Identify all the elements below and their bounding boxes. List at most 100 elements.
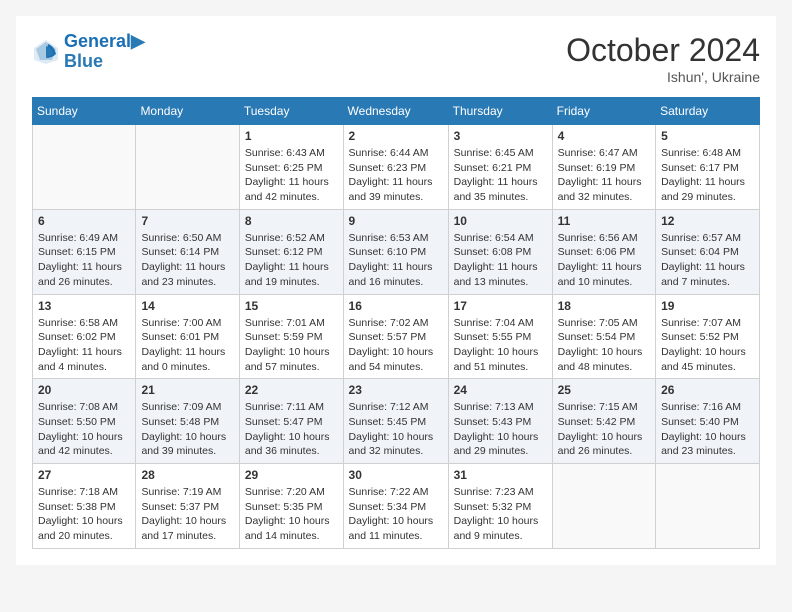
calendar-cell: 26Sunrise: 7:16 AMSunset: 5:40 PMDayligh… <box>656 379 760 464</box>
day-number: 15 <box>245 299 338 313</box>
calendar-week-1: 6Sunrise: 6:49 AMSunset: 6:15 PMDaylight… <box>33 209 760 294</box>
calendar-cell: 7 Sunrise: 6:50 AMSunset: 6:14 PMDaylight… <box>136 209 239 294</box>
day-info: Sunrise: 6:53 AMSunset: 6:10 PMDaylight:… <box>349 231 443 290</box>
calendar-cell: 16 Sunrise: 7:02 AMSunset: 5:57 PMDayligh… <box>343 294 448 379</box>
calendar-week-4: 27 Sunrise: 7:18 AMSunset: 5:38 PMDayligh… <box>33 464 760 549</box>
day-info: Sunrise: 6:43 AMSunset: 6:25 PMDaylight:… <box>245 146 338 205</box>
day-info: Sunrise: 7:02 AMSunset: 5:57 PMDaylight:… <box>349 316 443 375</box>
day-number: 20 <box>38 383 130 397</box>
calendar-cell <box>656 464 760 549</box>
calendar-week-0: 1 Sunrise: 6:43 AMSunset: 6:25 PMDaylight… <box>33 125 760 210</box>
calendar-cell: 29 Sunrise: 7:20 AMSunset: 5:35 PMDayligh… <box>239 464 343 549</box>
day-number: 9 <box>349 214 443 228</box>
day-number: 30 <box>349 468 443 482</box>
weekday-header-friday: Friday <box>552 98 655 125</box>
day-info: Sunrise: 6:45 AMSunset: 6:21 PMDaylight:… <box>454 146 547 205</box>
day-number: 27 <box>38 468 130 482</box>
day-number: 21 <box>141 383 233 397</box>
day-info: Sunrise: 7:13 AMSunset: 5:43 PMDaylight:… <box>454 400 547 459</box>
day-number: 4 <box>558 129 650 143</box>
calendar-cell: 14 Sunrise: 7:00 AMSunset: 6:01 PMDayligh… <box>136 294 239 379</box>
logo-line2: Blue <box>64 52 145 72</box>
day-info: Sunrise: 7:16 AMSunset: 5:40 PMDaylight:… <box>661 400 754 459</box>
weekday-row: SundayMondayTuesdayWednesdayThursdayFrid… <box>33 98 760 125</box>
calendar-cell: 1 Sunrise: 6:43 AMSunset: 6:25 PMDaylight… <box>239 125 343 210</box>
calendar-cell <box>136 125 239 210</box>
day-info: Sunrise: 7:20 AMSunset: 5:35 PMDaylight:… <box>245 485 338 544</box>
day-info: Sunrise: 6:56 AMSunset: 6:06 PMDaylight:… <box>558 231 650 290</box>
day-number: 22 <box>245 383 338 397</box>
day-info: Sunrise: 7:08 AMSunset: 5:50 PMDaylight:… <box>38 400 130 459</box>
calendar-cell: 22Sunrise: 7:11 AMSunset: 5:47 PMDayligh… <box>239 379 343 464</box>
calendar-cell: 24 Sunrise: 7:13 AMSunset: 5:43 PMDayligh… <box>448 379 552 464</box>
calendar-week-3: 20 Sunrise: 7:08 AMSunset: 5:50 PMDayligh… <box>33 379 760 464</box>
day-number: 16 <box>349 299 443 313</box>
weekday-header-thursday: Thursday <box>448 98 552 125</box>
day-info: Sunrise: 7:19 AMSunset: 5:37 PMDaylight:… <box>141 485 233 544</box>
header: General▶ Blue October 2024 Ishun', Ukrai… <box>32 32 760 85</box>
day-number: 8 <box>245 214 338 228</box>
logo-line1: General <box>64 31 131 51</box>
calendar-cell <box>33 125 136 210</box>
weekday-header-wednesday: Wednesday <box>343 98 448 125</box>
day-number: 31 <box>454 468 547 482</box>
weekday-header-saturday: Saturday <box>656 98 760 125</box>
day-info: Sunrise: 7:15 AMSunset: 5:42 PMDaylight:… <box>558 400 650 459</box>
day-number: 17 <box>454 299 547 313</box>
day-info: Sunrise: 7:00 AMSunset: 6:01 PMDaylight:… <box>141 316 233 375</box>
logo-text: General▶ Blue <box>64 32 145 72</box>
calendar-cell: 15 Sunrise: 7:01 AMSunset: 5:59 PMDayligh… <box>239 294 343 379</box>
calendar-body: 1 Sunrise: 6:43 AMSunset: 6:25 PMDaylight… <box>33 125 760 549</box>
day-info: Sunrise: 7:23 AMSunset: 5:32 PMDaylight:… <box>454 485 547 544</box>
day-info: Sunrise: 6:50 AMSunset: 6:14 PMDaylight:… <box>141 231 233 290</box>
weekday-header-sunday: Sunday <box>33 98 136 125</box>
day-info: Sunrise: 7:04 AMSunset: 5:55 PMDaylight:… <box>454 316 547 375</box>
day-info: Sunrise: 7:18 AMSunset: 5:38 PMDaylight:… <box>38 485 130 544</box>
day-number: 18 <box>558 299 650 313</box>
day-info: Sunrise: 7:07 AMSunset: 5:52 PMDaylight:… <box>661 316 754 375</box>
day-number: 5 <box>661 129 754 143</box>
day-number: 7 <box>141 214 233 228</box>
day-number: 14 <box>141 299 233 313</box>
calendar-week-2: 13Sunrise: 6:58 AMSunset: 6:02 PMDayligh… <box>33 294 760 379</box>
day-info: Sunrise: 6:48 AMSunset: 6:17 PMDaylight:… <box>661 146 754 205</box>
day-info: Sunrise: 7:12 AMSunset: 5:45 PMDaylight:… <box>349 400 443 459</box>
calendar-cell: 8 Sunrise: 6:52 AMSunset: 6:12 PMDaylight… <box>239 209 343 294</box>
calendar-cell: 17 Sunrise: 7:04 AMSunset: 5:55 PMDayligh… <box>448 294 552 379</box>
day-number: 25 <box>558 383 650 397</box>
calendar-cell: 12Sunrise: 6:57 AMSunset: 6:04 PMDayligh… <box>656 209 760 294</box>
calendar-cell: 28Sunrise: 7:19 AMSunset: 5:37 PMDayligh… <box>136 464 239 549</box>
calendar: SundayMondayTuesdayWednesdayThursdayFrid… <box>32 97 760 549</box>
logo: General▶ Blue <box>32 32 145 72</box>
calendar-cell: 25 Sunrise: 7:15 AMSunset: 5:42 PMDayligh… <box>552 379 655 464</box>
calendar-cell: 18Sunrise: 7:05 AMSunset: 5:54 PMDayligh… <box>552 294 655 379</box>
calendar-cell: 13Sunrise: 6:58 AMSunset: 6:02 PMDayligh… <box>33 294 136 379</box>
calendar-cell: 6Sunrise: 6:49 AMSunset: 6:15 PMDaylight… <box>33 209 136 294</box>
day-number: 1 <box>245 129 338 143</box>
day-number: 2 <box>349 129 443 143</box>
day-number: 10 <box>454 214 547 228</box>
page: General▶ Blue October 2024 Ishun', Ukrai… <box>16 16 776 565</box>
day-number: 19 <box>661 299 754 313</box>
calendar-cell: 19 Sunrise: 7:07 AMSunset: 5:52 PMDayligh… <box>656 294 760 379</box>
weekday-header-monday: Monday <box>136 98 239 125</box>
calendar-cell: 23 Sunrise: 7:12 AMSunset: 5:45 PMDayligh… <box>343 379 448 464</box>
calendar-cell: 21Sunrise: 7:09 AMSunset: 5:48 PMDayligh… <box>136 379 239 464</box>
calendar-cell: 10Sunrise: 6:54 AMSunset: 6:08 PMDayligh… <box>448 209 552 294</box>
day-info: Sunrise: 7:01 AMSunset: 5:59 PMDaylight:… <box>245 316 338 375</box>
calendar-cell: 3 Sunrise: 6:45 AMSunset: 6:21 PMDaylight… <box>448 125 552 210</box>
calendar-cell: 11Sunrise: 6:56 AMSunset: 6:06 PMDayligh… <box>552 209 655 294</box>
day-info: Sunrise: 6:49 AMSunset: 6:15 PMDaylight:… <box>38 231 130 290</box>
calendar-cell: 9 Sunrise: 6:53 AMSunset: 6:10 PMDaylight… <box>343 209 448 294</box>
title-block: October 2024 Ishun', Ukraine <box>566 32 760 85</box>
day-number: 3 <box>454 129 547 143</box>
day-number: 29 <box>245 468 338 482</box>
calendar-cell: 30Sunrise: 7:22 AMSunset: 5:34 PMDayligh… <box>343 464 448 549</box>
day-number: 23 <box>349 383 443 397</box>
day-number: 24 <box>454 383 547 397</box>
calendar-cell: 27 Sunrise: 7:18 AMSunset: 5:38 PMDayligh… <box>33 464 136 549</box>
day-info: Sunrise: 6:44 AMSunset: 6:23 PMDaylight:… <box>349 146 443 205</box>
day-info: Sunrise: 6:52 AMSunset: 6:12 PMDaylight:… <box>245 231 338 290</box>
weekday-header-tuesday: Tuesday <box>239 98 343 125</box>
day-number: 12 <box>661 214 754 228</box>
